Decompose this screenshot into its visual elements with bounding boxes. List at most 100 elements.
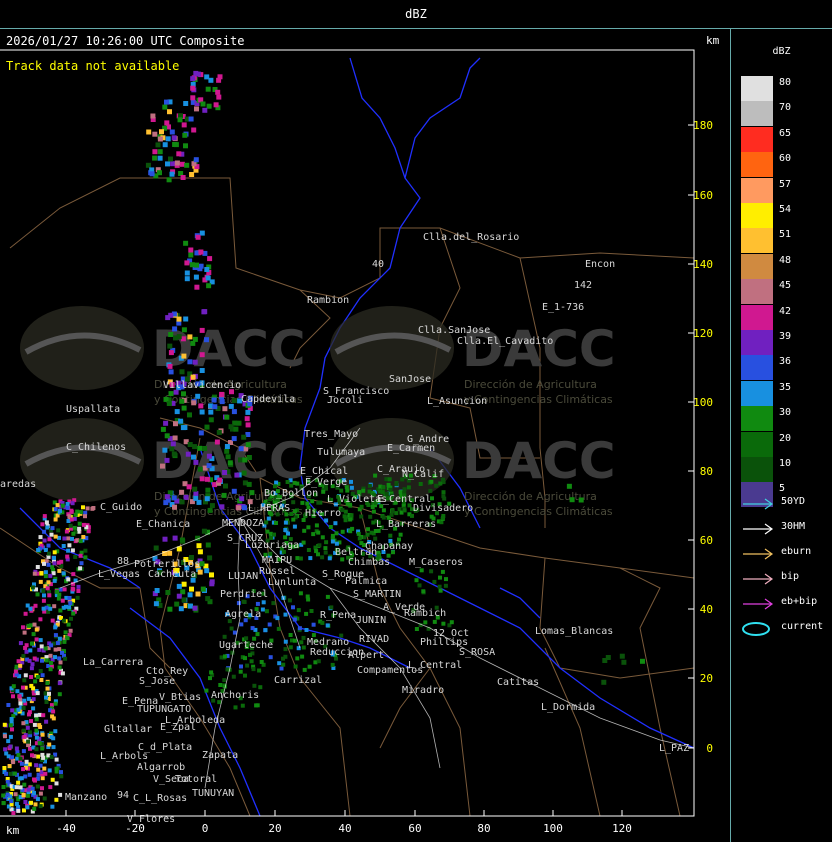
echo-cell [255, 632, 260, 637]
echo-cell [53, 633, 58, 638]
place-label: L_Vegas [98, 569, 140, 580]
echo-cell [207, 507, 213, 513]
echo-cell [193, 70, 199, 76]
echo-cell [204, 424, 210, 430]
echo-cell [184, 270, 190, 276]
echo-cell [60, 650, 64, 655]
echo-cell [67, 596, 72, 600]
echo-cell [181, 122, 187, 128]
place-label: S_MARTIN [353, 589, 401, 600]
echo-cell [369, 530, 374, 535]
echo-cell [65, 636, 70, 641]
echo-cell [40, 776, 45, 781]
echo-cell [172, 504, 177, 510]
echo-cell [57, 568, 62, 573]
echo-cell [42, 529, 47, 534]
echo-cell [38, 804, 43, 809]
place-label: Zapata [202, 750, 238, 761]
place-label: C_L_Rosas [133, 793, 187, 804]
echo-cell [601, 679, 607, 685]
echo-cell [44, 719, 49, 724]
echo-cell [172, 535, 178, 541]
echo-cell [1, 793, 6, 798]
track-legend-item: eb+bip [741, 596, 831, 610]
echo-cell [30, 585, 35, 590]
echo-cell [29, 800, 33, 805]
echo-cell [42, 561, 46, 566]
echo-cell [73, 555, 78, 559]
echo-cell [21, 793, 26, 798]
echo-cell [441, 515, 445, 520]
echo-cell [57, 636, 62, 641]
place-label: SanJose [389, 374, 431, 385]
echo-cell [18, 785, 23, 790]
place-label: Ugarteche [219, 640, 273, 651]
echo-cell [38, 617, 43, 622]
echo-cell [190, 85, 196, 91]
place-label: TUPUNGATO [137, 704, 191, 715]
echo-cell [406, 485, 411, 490]
echo-cell [6, 703, 11, 707]
echo-cell [296, 646, 301, 651]
echo-cell [169, 171, 175, 177]
echo-cell [83, 555, 88, 560]
echo-cell [38, 535, 43, 540]
place-label: E_1-736 [542, 302, 584, 313]
echo-cell [204, 568, 210, 574]
echo-cell [301, 645, 306, 650]
echo-cell [47, 537, 52, 542]
echo-cell [67, 543, 72, 548]
echo-cell [14, 746, 19, 751]
track-legend-label: 50YD [781, 496, 806, 507]
echo-cell [188, 247, 194, 253]
track-arrow-icon [743, 573, 774, 585]
echo-cell [76, 584, 81, 589]
echo-cell [32, 777, 36, 782]
place-label: 142 [574, 280, 592, 291]
place-label: L_Asuncion [427, 396, 487, 407]
echo-cell [181, 353, 187, 359]
echo-cell [38, 638, 43, 643]
echo-cell [8, 744, 13, 749]
echo-cell [22, 698, 27, 703]
place-label: Palmica [345, 576, 387, 587]
dbz-swatch [741, 228, 773, 254]
radar-map[interactable]: DACCDirección de Agriculturay Contingenc… [0, 28, 730, 842]
echo-cell [267, 622, 272, 627]
echo-cell [52, 561, 57, 566]
echo-cell [311, 622, 316, 627]
track-legend-item: eburn [741, 546, 831, 560]
place-label: La_Carrera [83, 657, 143, 668]
echo-cell [264, 520, 269, 525]
echo-cell [173, 421, 178, 427]
echo-cell [1, 801, 6, 805]
echo-cell [32, 622, 37, 627]
echo-cell [19, 776, 24, 781]
y-tick-label: 40 [700, 603, 713, 616]
echo-cell [54, 797, 59, 802]
echo-cell [640, 658, 645, 664]
echo-cell [71, 531, 76, 536]
echo-cell [29, 666, 34, 671]
echo-cell [41, 755, 46, 760]
echo-cell [204, 496, 210, 502]
echo-cell [70, 501, 75, 506]
echo-cell [164, 120, 170, 126]
echo-cell [21, 654, 26, 659]
radar-map-panel[interactable]: DACC Dirección de Agricultura y Contingenc… [0, 28, 731, 842]
echo-cell [31, 632, 36, 637]
echo-cell [44, 658, 49, 663]
echo-cell [19, 761, 24, 766]
echo-cell [160, 463, 165, 469]
track-arrow-icon [743, 498, 774, 510]
echo-cell [434, 483, 439, 488]
echo-cell [207, 256, 213, 262]
echo-cell [44, 695, 48, 700]
echo-cell [198, 430, 204, 436]
echo-cell [163, 420, 169, 426]
echo-cell [65, 502, 70, 506]
echo-cell [168, 156, 173, 162]
track-arrow-icon [743, 548, 774, 560]
echo-cell [330, 533, 335, 538]
echo-cell [8, 734, 13, 739]
